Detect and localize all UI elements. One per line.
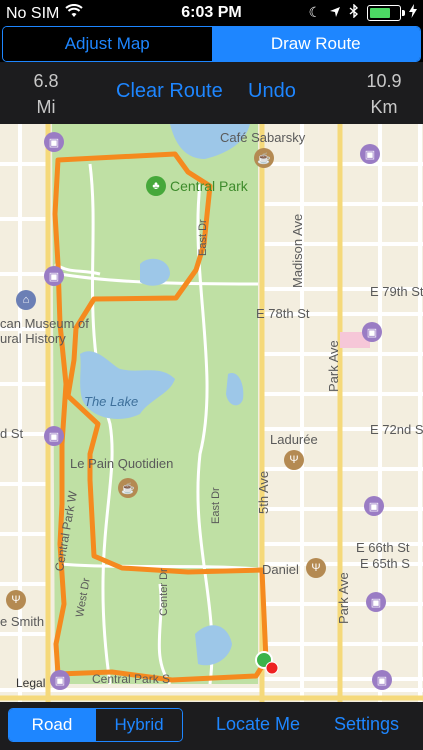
map-label-east-dr: East Dr bbox=[210, 487, 222, 524]
restaurant-icon[interactable]: Ψ bbox=[306, 558, 326, 578]
tab-draw-route[interactable]: Draw Route bbox=[211, 27, 420, 61]
miles-value: 6.8 bbox=[33, 71, 59, 91]
battery-fill bbox=[370, 7, 390, 18]
map-label-cafe: Café Sabarsky bbox=[220, 130, 306, 145]
map-canvas bbox=[0, 124, 423, 702]
cafe-icon[interactable]: ☕ bbox=[118, 478, 138, 498]
miles-unit: Mi bbox=[36, 97, 56, 117]
location-arrow-icon bbox=[329, 5, 341, 21]
map-label-daniel: Daniel bbox=[262, 562, 299, 577]
locate-me-button[interactable]: Locate Me bbox=[216, 714, 300, 735]
map-type-segmented-control: Road Hybrid bbox=[8, 708, 183, 742]
map-label-e79: E 79th St bbox=[370, 284, 423, 299]
km-value: 10.9 bbox=[366, 71, 402, 91]
subway-icon[interactable]: ▣ bbox=[50, 670, 70, 690]
map-label-e78: E 78th St bbox=[256, 306, 310, 321]
subway-icon[interactable]: ▣ bbox=[364, 496, 384, 516]
map-view[interactable]: ▣ ☕ ▣ ♣ ▣ ⌂ ▣ ▣ Ψ ☕ ▣ Ψ Ψ ▣ ▣ ▣ Café Sab… bbox=[0, 124, 423, 702]
undo-button[interactable]: Undo bbox=[248, 80, 296, 103]
restaurant-icon[interactable]: Ψ bbox=[284, 450, 304, 470]
settings-button[interactable]: Settings bbox=[334, 714, 399, 735]
map-label-e66: E 66th St bbox=[356, 540, 410, 555]
km-unit: Km bbox=[370, 97, 398, 117]
subway-icon[interactable]: ▣ bbox=[44, 132, 64, 152]
moon-icon: ☾ bbox=[308, 4, 321, 20]
map-label-central-park-s: Central Park S bbox=[92, 672, 171, 686]
tab-adjust-map[interactable]: Adjust Map bbox=[3, 27, 212, 61]
restaurant-icon[interactable]: Ψ bbox=[6, 590, 26, 610]
map-label-madison-ave: Madison Ave bbox=[290, 213, 305, 288]
mode-segmented-control: Adjust Map Draw Route bbox=[2, 26, 421, 62]
status-bar: No SIM 6:03 PM ☾ bbox=[0, 0, 423, 26]
map-label-park-ave: Park Ave bbox=[326, 340, 341, 392]
map-label-laduree: Ladurée bbox=[270, 432, 318, 447]
map-label-central-park: Central Park bbox=[170, 178, 248, 194]
status-right: ☾ bbox=[308, 3, 417, 21]
route-metrics-bar: 6.8 Mi Clear Route Undo 10.9 Km bbox=[0, 62, 423, 124]
map-label-east-dr-top: East Dr bbox=[197, 219, 209, 256]
bluetooth-icon bbox=[349, 3, 359, 21]
map-label-center-dr: Center Dr bbox=[158, 568, 170, 616]
subway-icon[interactable]: ▣ bbox=[372, 670, 392, 690]
subway-icon[interactable]: ▣ bbox=[360, 144, 380, 164]
bottom-toolbar: Road Hybrid Locate Me Settings bbox=[0, 702, 423, 750]
map-legal-link[interactable]: Legal bbox=[16, 676, 45, 690]
map-label-d-st: d St bbox=[0, 426, 24, 441]
map-type-hybrid[interactable]: Hybrid bbox=[95, 709, 182, 741]
map-label-e65: E 65th S bbox=[360, 556, 410, 571]
battery-icon bbox=[367, 4, 405, 21]
map-label-the-lake: The Lake bbox=[84, 394, 139, 409]
cafe-icon[interactable]: ☕ bbox=[254, 148, 274, 168]
map-type-road[interactable]: Road bbox=[9, 709, 95, 741]
miles-readout: 6.8 Mi bbox=[18, 68, 74, 120]
charging-icon bbox=[409, 4, 417, 21]
map-label-smith: e Smith bbox=[0, 614, 45, 629]
route-end-marker bbox=[265, 661, 279, 675]
map-label-park-ave-2: Park Ave bbox=[336, 572, 351, 624]
park-tree-icon[interactable]: ♣ bbox=[146, 176, 166, 196]
subway-icon[interactable]: ▣ bbox=[362, 322, 382, 342]
map-label-fifth-ave: 5th Ave bbox=[256, 470, 271, 514]
clear-route-button[interactable]: Clear Route bbox=[116, 80, 223, 103]
map-label-e72: E 72nd S bbox=[370, 422, 423, 437]
km-readout: 10.9 Km bbox=[353, 68, 415, 120]
subway-icon[interactable]: ▣ bbox=[44, 426, 64, 446]
map-label-le-pain: Le Pain Quotidien bbox=[70, 456, 174, 471]
map-label-museum: can Museum of ural History bbox=[0, 316, 89, 346]
subway-icon[interactable]: ▣ bbox=[366, 592, 386, 612]
museum-icon[interactable]: ⌂ bbox=[16, 290, 36, 310]
subway-icon[interactable]: ▣ bbox=[44, 266, 64, 286]
